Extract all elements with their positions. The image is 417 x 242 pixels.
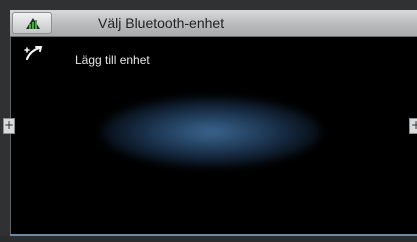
content-area: Lägg till enhet [10, 37, 417, 235]
add-device-label: Lägg till enhet [75, 53, 150, 67]
background-glow [101, 97, 321, 167]
add-device-item[interactable]: Lägg till enhet [11, 45, 409, 69]
bottom-frame [0, 236, 417, 242]
title-bar: Välj Bluetooth-enhet [10, 10, 417, 37]
home-icon [26, 18, 40, 29]
left-plus-button[interactable]: + [3, 118, 15, 134]
right-plus-button[interactable]: + [409, 118, 417, 134]
home-button[interactable] [12, 12, 52, 34]
page-title: Välj Bluetooth-enhet [98, 15, 225, 31]
add-phone-icon [24, 46, 43, 61]
